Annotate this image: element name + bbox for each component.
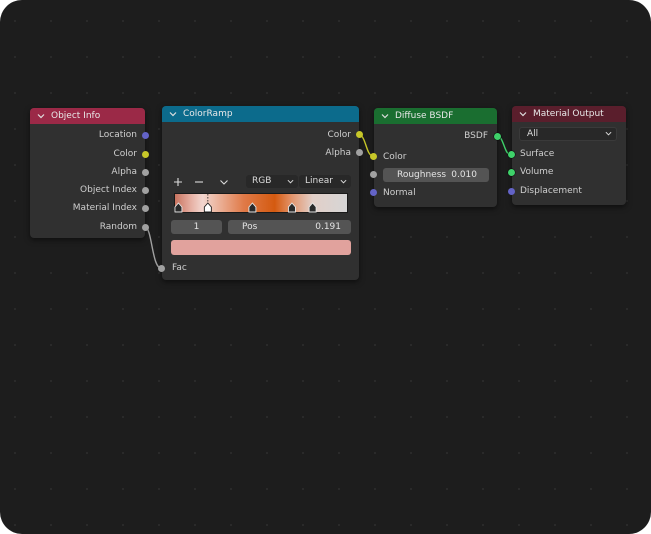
pos-value: 0.191 — [315, 222, 341, 232]
stop-index-value: 1 — [193, 222, 200, 232]
output-random-label: Random — [99, 222, 137, 232]
target-dropdown[interactable]: All — [519, 127, 617, 141]
input-surface-label: Surface — [520, 149, 555, 159]
input-volume-label: Volume — [520, 167, 554, 177]
chevron-down-icon[interactable] — [218, 176, 230, 188]
material-output-header[interactable]: Material Output — [512, 106, 626, 122]
interpolation-value: Linear — [305, 176, 333, 186]
roughness-label: Roughness — [397, 170, 447, 180]
input-color-label: Color — [383, 152, 407, 162]
node-title: Diffuse BSDF — [395, 111, 454, 121]
output-object-index-label: Object Index — [80, 185, 137, 195]
pos-field[interactable]: Pos 0.191 — [228, 220, 351, 234]
color-mode-dropdown[interactable]: RGB — [246, 175, 298, 188]
color-stop-marker[interactable] — [308, 202, 317, 213]
diffuse-bsdf-node[interactable]: Diffuse BSDF BSDF Color Roughness 0.010 … — [374, 108, 497, 207]
node-title: Object Info — [51, 111, 101, 121]
color-stop-marker[interactable] — [174, 202, 183, 213]
node-editor-canvas[interactable]: Object Info Location Color Alpha Object … — [0, 0, 651, 534]
color-ramp-gradient[interactable] — [174, 193, 348, 213]
chevron-down-icon — [605, 131, 612, 136]
socket-normal-input[interactable] — [370, 189, 377, 196]
socket-displacement-input[interactable] — [508, 188, 515, 195]
output-color-label: Color — [113, 149, 138, 159]
socket-fac-input[interactable] — [158, 265, 165, 272]
roughness-field[interactable]: Roughness 0.010 — [383, 168, 489, 182]
output-location-label: Location — [98, 130, 137, 140]
stop-color-swatch[interactable] — [171, 240, 351, 255]
socket-random[interactable] — [142, 224, 149, 231]
roughness-value: 0.010 — [451, 170, 477, 180]
link-random-to-fac — [144, 226, 162, 269]
chevron-down-icon[interactable] — [169, 110, 177, 118]
socket-volume-input[interactable] — [508, 169, 515, 176]
node-title: ColorRamp — [183, 109, 233, 119]
socket-roughness-input[interactable] — [370, 171, 377, 178]
socket-alpha[interactable] — [142, 169, 149, 176]
socket-color-input[interactable] — [370, 153, 377, 160]
output-material-index-label: Material Index — [72, 203, 137, 213]
color-stop-marker[interactable] — [203, 194, 212, 213]
chevron-down-icon — [340, 179, 347, 184]
chevron-down-icon[interactable] — [519, 110, 527, 118]
output-color-label: Color — [327, 130, 352, 140]
socket-location[interactable] — [142, 132, 149, 139]
material-output-node[interactable]: Material Output All Surface Volume Displ… — [512, 106, 626, 205]
input-displacement-label: Displacement — [520, 186, 582, 196]
color-mode-value: RGB — [252, 176, 272, 186]
color-stop-marker[interactable] — [248, 202, 257, 213]
chevron-down-icon — [287, 179, 294, 184]
plus-icon[interactable] — [172, 176, 184, 188]
socket-color-output[interactable] — [356, 131, 363, 138]
socket-color[interactable] — [142, 151, 149, 158]
color-stop-markers[interactable] — [174, 194, 347, 213]
object-info-node[interactable]: Object Info Location Color Alpha Object … — [30, 108, 145, 238]
color-ramp-header[interactable]: ColorRamp — [162, 106, 359, 122]
output-alpha-label: Alpha — [111, 167, 137, 177]
interpolation-dropdown[interactable]: Linear — [299, 175, 351, 188]
output-bsdf-label: BSDF — [464, 131, 488, 141]
object-info-header[interactable]: Object Info — [30, 108, 145, 124]
socket-material-index[interactable] — [142, 205, 149, 212]
stop-index-field[interactable]: 1 — [171, 220, 222, 234]
diffuse-bsdf-header[interactable]: Diffuse BSDF — [374, 108, 497, 124]
color-stop-marker[interactable] — [288, 202, 296, 213]
node-title: Material Output — [533, 109, 604, 119]
socket-alpha-output[interactable] — [356, 149, 363, 156]
input-fac-label: Fac — [172, 263, 187, 273]
target-value: All — [527, 129, 539, 139]
input-normal-label: Normal — [383, 188, 416, 198]
socket-object-index[interactable] — [142, 187, 149, 194]
socket-surface-input[interactable] — [508, 151, 515, 158]
color-ramp-node[interactable]: ColorRamp Color Alpha RGB Linear 1 Pos 0… — [162, 106, 359, 280]
output-alpha-label: Alpha — [325, 148, 351, 158]
chevron-down-icon[interactable] — [381, 112, 389, 120]
socket-bsdf-output[interactable] — [494, 133, 501, 140]
pos-label: Pos — [242, 222, 258, 232]
minus-icon[interactable] — [193, 176, 205, 188]
chevron-down-icon[interactable] — [37, 112, 45, 120]
